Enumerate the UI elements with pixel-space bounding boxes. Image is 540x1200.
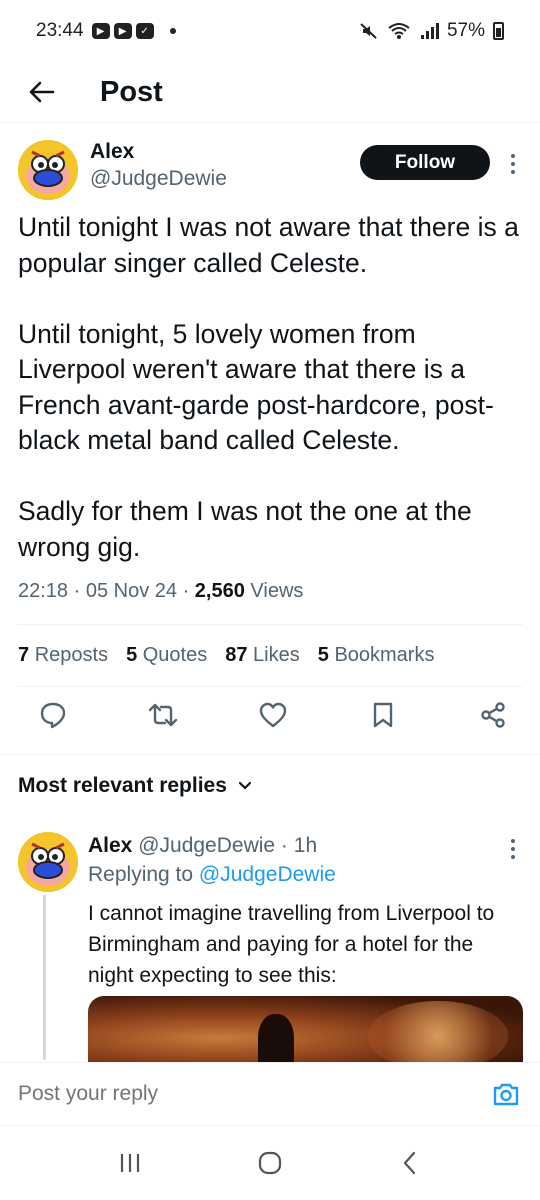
post-paragraph: Sadly for them I was not the one at the … [18,496,472,562]
divider [18,624,523,625]
author-name[interactable]: Alex [90,140,227,164]
app-notification-icon: ▶ [91,23,110,39]
recent-apps-icon[interactable] [110,1143,150,1183]
engagement-stats: 7 Reposts 5 Quotes 87 Likes 5 Bookmarks [18,644,434,667]
mute-icon [360,23,377,39]
replies-heading: Most relevant replies [18,774,227,797]
replying-mention[interactable]: @JudgeDewie [199,863,336,886]
chevron-down-icon [238,781,252,790]
like-icon[interactable] [258,700,288,730]
post-meta: 22:18 · 05 Nov 24 · 2,560 Views [18,580,304,602]
stat-bookmarks[interactable]: 5 Bookmarks [318,644,435,667]
author-handle[interactable]: @JudgeDewie [90,164,227,194]
camera-icon[interactable] [490,1078,522,1110]
post-paragraph: Until tonight, 5 lovely women from Liver… [18,318,494,456]
post-date[interactable]: 05 Nov 24 [86,580,177,602]
post-text: Until tonight I was not aware that there… [18,210,523,565]
stat-likes[interactable]: 87 Likes [225,644,300,667]
signal-icon [420,23,439,39]
wifi-icon [388,23,410,39]
divider [18,686,523,687]
repost-icon[interactable] [148,700,178,730]
post-paragraph: Until tonight I was not aware that there… [18,212,519,278]
reply-more-options-icon[interactable] [503,834,523,864]
section-divider [0,754,540,755]
reply-input[interactable] [18,1082,490,1106]
reply-composer [0,1062,540,1126]
app-notification-icon: ▶ [113,23,132,39]
reply-icon[interactable] [38,700,68,730]
back-icon[interactable] [390,1143,430,1183]
post-author[interactable]: Alex @JudgeDewie [90,140,227,194]
header-divider [0,122,540,123]
avatar[interactable] [18,140,78,200]
status-time: 23:44 [36,20,84,41]
views-label: Views [250,580,304,602]
page-title: Post [100,75,163,108]
reply-avatar[interactable] [18,832,78,892]
post-time[interactable]: 22:18 [18,580,68,602]
reply-text: I cannot imagine travelling from Liverpo… [88,902,495,987]
battery-percent: 57% [446,20,485,41]
share-icon[interactable] [478,700,508,730]
reply-author-handle[interactable]: @JudgeDewie [138,834,275,857]
status-right: 57% [359,20,504,42]
stat-quotes[interactable]: 5 Quotes [126,644,207,667]
more-options-icon[interactable] [503,149,523,179]
top-bar: Post [0,62,540,122]
home-icon[interactable] [250,1143,290,1183]
post-actions [38,700,508,730]
thread-line [43,895,46,1060]
more-notifications-icon [169,28,176,34]
status-bar: 23:44 ▶ ▶ ✓ 57% [0,0,540,62]
reply-age: 1h [293,834,318,857]
replying-to: Replying to @JudgeDewie [88,863,336,887]
reply-media-image[interactable] [88,996,523,1066]
follow-button[interactable]: Follow [360,145,490,180]
check-notification-icon: ✓ [135,23,154,39]
reply-header[interactable]: Alex @JudgeDewie · 1h [88,832,317,860]
reply-author-name[interactable]: Alex [88,834,132,857]
stat-reposts[interactable]: 7 Reposts [18,644,108,667]
notification-icons: ▶ ▶ ✓ [91,23,176,39]
back-arrow-icon[interactable] [22,72,62,112]
replying-prefix: Replying to [88,863,194,886]
replies-sort-dropdown[interactable]: Most relevant replies [18,774,253,798]
system-navbar [0,1126,540,1200]
battery-icon [493,22,504,40]
bookmark-icon[interactable] [368,700,398,730]
views-count: 2,560 [194,580,245,602]
